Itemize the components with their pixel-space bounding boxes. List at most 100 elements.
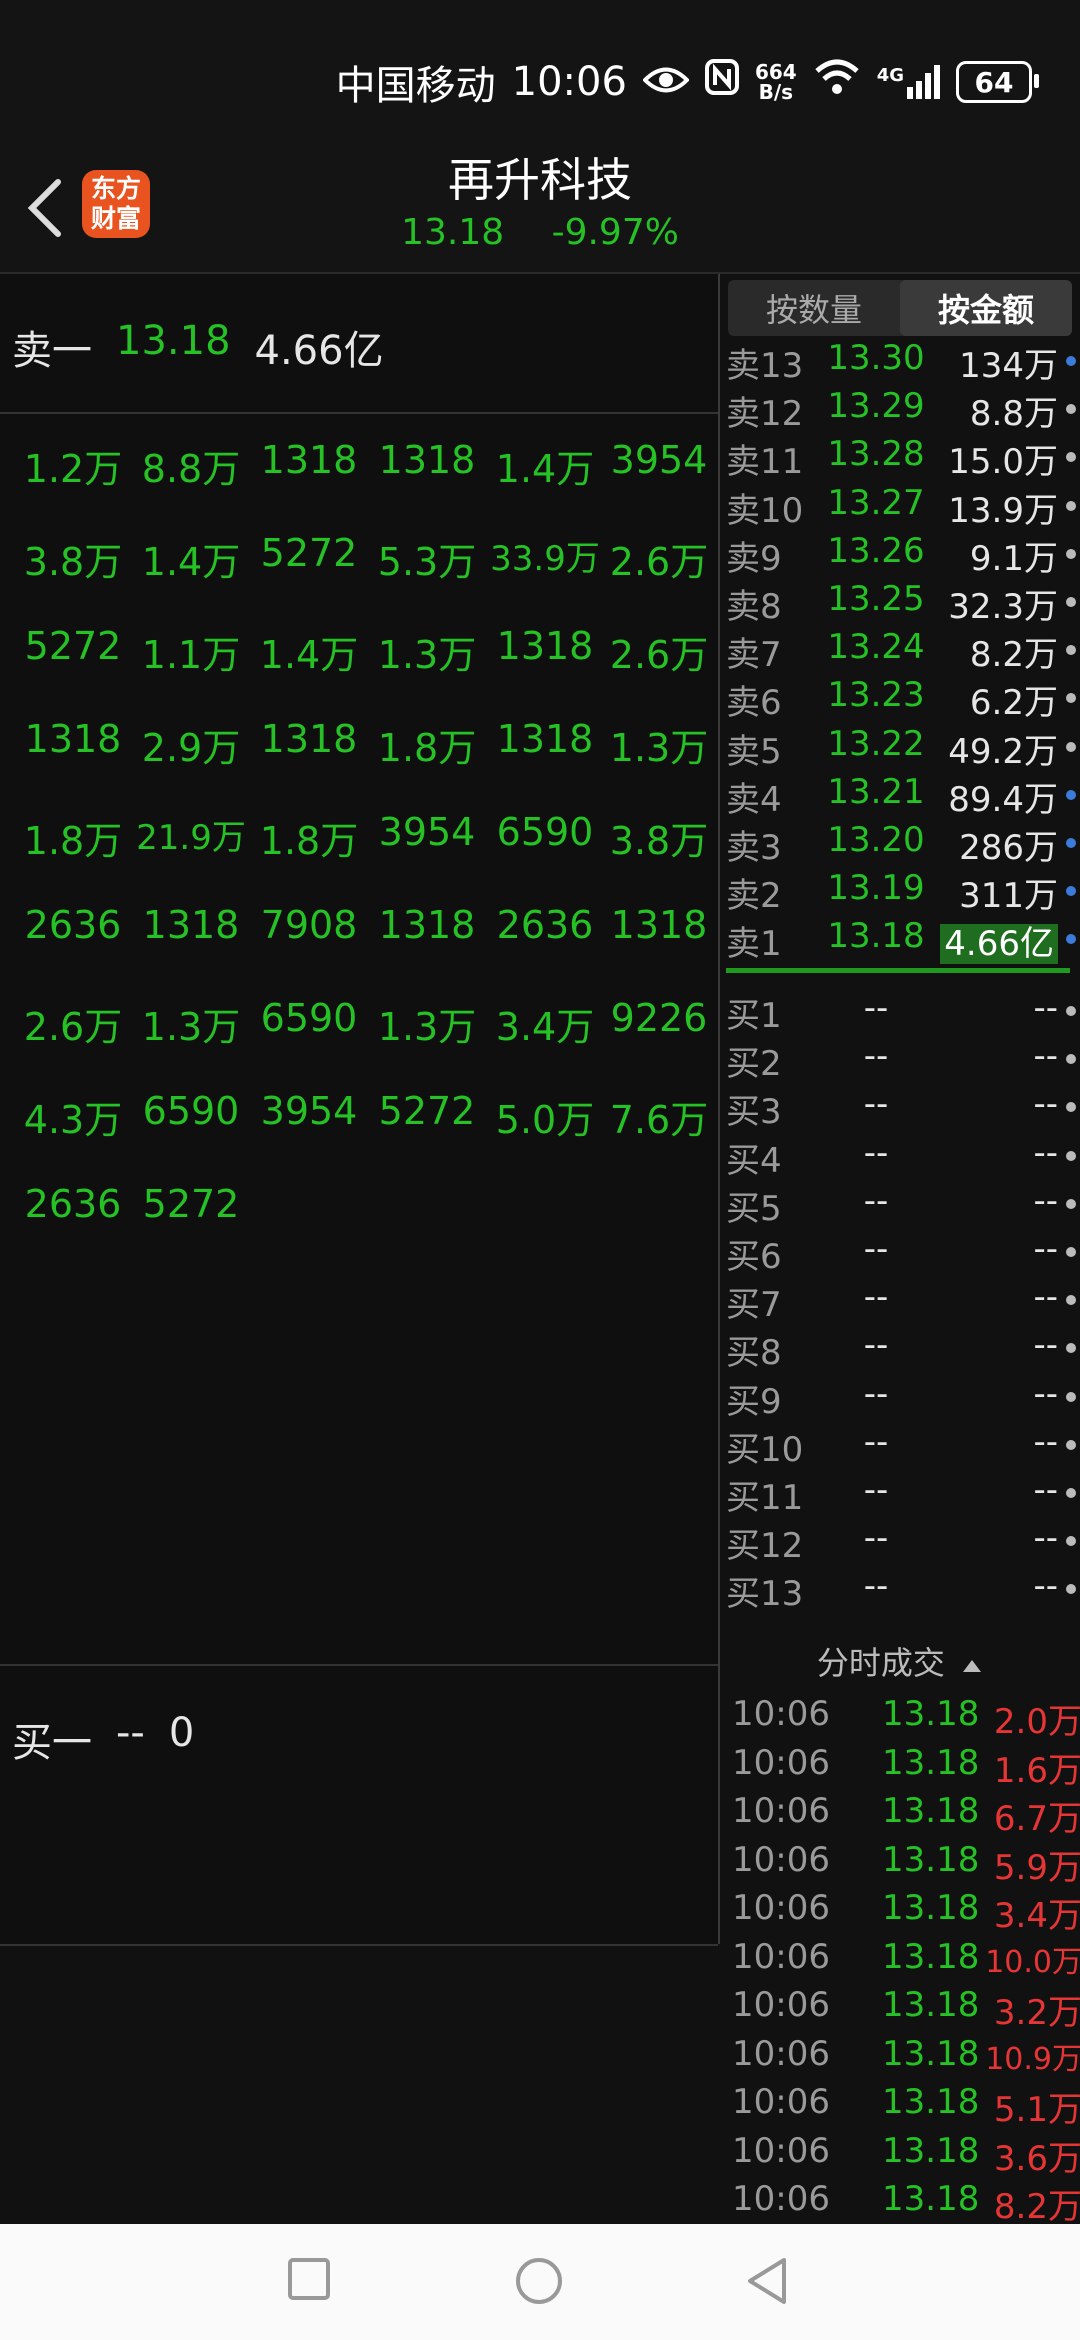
queue-cell: 9226 bbox=[610, 996, 708, 1040]
level-dot-icon bbox=[1066, 452, 1076, 463]
queue-cell: 6590 bbox=[260, 996, 358, 1040]
level-price: -- bbox=[863, 1518, 889, 1559]
back-nav-button[interactable] bbox=[744, 2256, 790, 2310]
queue-cell: 2636 bbox=[496, 903, 594, 947]
queue-cell: 1.2万 bbox=[23, 447, 123, 491]
queue-cell: 4.3万 bbox=[23, 1098, 123, 1142]
ask-level-row[interactable]: 卖6 13.23 6.2万 bbox=[726, 675, 1080, 723]
queue-cell: 2.6万 bbox=[23, 1005, 123, 1049]
ask-level-row[interactable]: 卖13 13.30 134万 bbox=[726, 338, 1080, 386]
trade-volume: 10.9万 bbox=[985, 2041, 1080, 2077]
bid-level-row[interactable]: 买3 -- -- bbox=[726, 1084, 1080, 1132]
queue-cell: 5272 bbox=[260, 531, 358, 575]
queue-cell: 1.8万 bbox=[259, 819, 359, 863]
level-label: 卖12 bbox=[726, 394, 804, 435]
level-label: 买5 bbox=[726, 1188, 782, 1229]
level-price: -- bbox=[863, 1373, 889, 1414]
tab-by-quantity[interactable]: 按数量 bbox=[728, 280, 900, 336]
bid-level-row[interactable]: 买7 -- -- bbox=[726, 1277, 1080, 1325]
queue-cell: 6590 bbox=[142, 1089, 240, 1133]
status-bar: 中国移动 10:06 664 B/s 4G 64 bbox=[0, 0, 1080, 140]
queue-cell: 1318 bbox=[496, 624, 594, 668]
buy1-price: -- bbox=[116, 1710, 145, 1756]
trade-row: 10:06 13.18 10.0万 bbox=[732, 1937, 1080, 1985]
ask-level-row[interactable]: 卖5 13.22 49.2万 bbox=[726, 724, 1080, 772]
level-dot-icon bbox=[1066, 741, 1076, 752]
change-percent: -9.97% bbox=[551, 212, 679, 253]
bid-level-row[interactable]: 买1 -- -- bbox=[726, 988, 1080, 1036]
level-dot-icon bbox=[1066, 645, 1076, 656]
queue-cell: 1318 bbox=[24, 717, 122, 761]
bid-level-row[interactable]: 买10 -- -- bbox=[726, 1422, 1080, 1470]
trade-volume: 8.2万 bbox=[993, 2187, 1080, 2227]
ask-level-row[interactable]: 卖8 13.25 32.3万 bbox=[726, 579, 1080, 627]
trade-time: 10:06 bbox=[732, 1694, 830, 1734]
ask-level-row[interactable]: 卖2 13.19 311万 bbox=[726, 868, 1080, 916]
bid-level-row[interactable]: 买5 -- -- bbox=[726, 1181, 1080, 1229]
level-price: -- bbox=[863, 1421, 889, 1462]
level-volume: 311万 bbox=[959, 876, 1058, 917]
home-button[interactable] bbox=[514, 2256, 564, 2310]
queue-cell: 5272 bbox=[24, 624, 122, 668]
ask-level-row[interactable]: 卖10 13.27 13.9万 bbox=[726, 483, 1080, 531]
sell1-price: 13.18 bbox=[116, 318, 231, 364]
queue-cell: 3954 bbox=[378, 810, 476, 854]
level-volume: -- bbox=[1033, 1229, 1058, 1269]
square-icon bbox=[288, 2258, 330, 2300]
trade-price: 13.18 bbox=[882, 1936, 980, 1977]
queue-cell: 1.4万 bbox=[259, 633, 359, 677]
system-nav-bar bbox=[0, 2224, 1080, 2340]
level-label: 买11 bbox=[726, 1478, 804, 1518]
queue-cell: 1.1万 bbox=[141, 633, 241, 677]
bid-level-row[interactable]: 买8 -- -- bbox=[726, 1325, 1080, 1373]
queue-cell: 1.8万 bbox=[377, 726, 477, 770]
level-volume: 9.1万 bbox=[969, 538, 1058, 579]
trade-time: 10:06 bbox=[732, 2033, 830, 2074]
recents-button[interactable] bbox=[286, 2256, 332, 2306]
level-dot-icon bbox=[1066, 1536, 1076, 1547]
queue-cell: 3954 bbox=[260, 1089, 358, 1133]
trade-volume: 10.0万 bbox=[985, 1944, 1080, 1980]
level-volume: 4.66亿 bbox=[940, 916, 1058, 965]
bid-level-row[interactable]: 买12 -- -- bbox=[726, 1518, 1080, 1566]
level-price: -- bbox=[863, 1470, 889, 1510]
ask-level-row[interactable]: 卖1 13.18 4.66亿 bbox=[726, 916, 1080, 965]
ask-level-row[interactable]: 卖11 13.28 15.0万 bbox=[726, 434, 1080, 482]
trade-row: 10:06 13.18 5.1万 bbox=[732, 2082, 1080, 2130]
ask-level-row[interactable]: 卖7 13.24 8.2万 bbox=[726, 627, 1080, 675]
queue-cell: 5272 bbox=[142, 1182, 240, 1226]
queue-cell: 1.4万 bbox=[495, 447, 595, 491]
queue-cell: 1318 bbox=[378, 903, 476, 947]
buy1-summary[interactable]: 买一 -- 0 bbox=[0, 1664, 718, 1806]
ask-level-row[interactable]: 卖3 13.20 286万 bbox=[726, 820, 1080, 868]
queue-cell: 1318 bbox=[260, 438, 358, 482]
level-volume: 134万 bbox=[959, 346, 1058, 386]
circle-icon bbox=[516, 2258, 562, 2304]
level-volume: -- bbox=[1033, 1084, 1058, 1125]
level-dot-icon bbox=[1066, 356, 1076, 366]
ask-level-row[interactable]: 卖4 13.21 89.4万 bbox=[726, 772, 1080, 820]
sell1-summary[interactable]: 卖一 13.18 4.66亿 bbox=[0, 274, 718, 414]
level-dot-icon bbox=[1066, 404, 1076, 415]
ask-level-row[interactable]: 卖9 13.26 9.1万 bbox=[726, 531, 1080, 579]
buy1-label: 买一 bbox=[12, 1720, 92, 1766]
level-price: -- bbox=[863, 1132, 889, 1173]
trade-row: 10:06 13.18 3.2万 bbox=[732, 1985, 1080, 2033]
level-price: 13.19 bbox=[827, 868, 925, 909]
bid-level-row[interactable]: 买13 -- -- bbox=[726, 1566, 1080, 1614]
level-price: 13.23 bbox=[827, 675, 925, 716]
tab-by-amount[interactable]: 按金额 bbox=[900, 280, 1072, 336]
bid-level-row[interactable]: 买6 -- -- bbox=[726, 1229, 1080, 1277]
level-price: 13.28 bbox=[827, 434, 925, 475]
ask-level-row[interactable]: 卖12 13.29 8.8万 bbox=[726, 386, 1080, 434]
trades-header[interactable]: 分时成交 bbox=[720, 1638, 1080, 1698]
level-volume: 49.2万 bbox=[948, 731, 1058, 772]
bid-level-row[interactable]: 买4 -- -- bbox=[726, 1133, 1080, 1181]
bid-level-row[interactable]: 买11 -- -- bbox=[726, 1470, 1080, 1518]
bid-level-row[interactable]: 买9 -- -- bbox=[726, 1374, 1080, 1422]
queue-cell: 3954 bbox=[610, 438, 708, 482]
level-volume: -- bbox=[1033, 1325, 1058, 1366]
trade-volume: 2.0万 bbox=[993, 1702, 1080, 1742]
bid-level-row[interactable]: 买2 -- -- bbox=[726, 1036, 1080, 1084]
level-label: 卖6 bbox=[726, 683, 782, 724]
